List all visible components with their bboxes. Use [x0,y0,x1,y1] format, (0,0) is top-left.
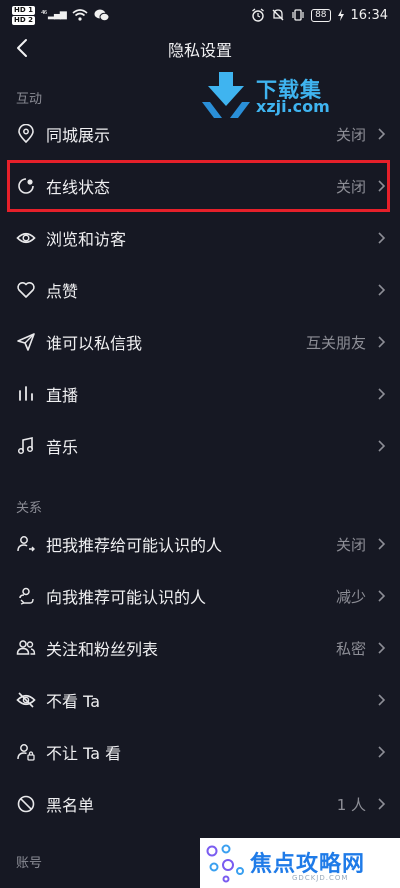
alarm-icon [252,8,264,22]
row-recommend-me[interactable]: 把我推荐给可能认识的人 关闭 [0,518,400,570]
watermark-logo-bottom: 焦点攻略网 GDCKJD.COM [200,838,400,888]
row-value: 关闭 [335,125,366,144]
row-direct-message[interactable]: 谁可以私信我 互关朋友 [0,316,400,368]
watermark-bottom-sub: GDCKJD.COM [292,874,349,882]
battery-icon: 88 [311,8,331,22]
eye-off-icon [16,692,36,708]
hd2-badge: HD 2 [12,15,35,25]
dots-logo-icon [206,844,244,883]
music-note-icon [17,437,34,455]
eye-icon [16,232,36,244]
chevron-right-icon [378,798,386,810]
section-label-interaction: 互动 [16,92,43,107]
hd1-badge: HD 1 [12,5,35,15]
back-arrow-icon[interactable] [12,37,34,59]
wechat-icon [94,9,110,21]
chevron-right-icon [378,694,386,706]
row-label: 音乐 [46,438,79,457]
chevron-right-icon [378,746,386,758]
vibrate-icon [292,9,304,21]
hd-indicators: HD 1 HD 2 [12,5,35,25]
status-bar: HD 1 HD 2 ⁴⁶ ▂▄▆ 88 16:34 [0,0,400,30]
chevron-right-icon [378,642,386,654]
header-bar: 隐私设置 [0,30,400,68]
mute-bell-icon [272,9,284,21]
user-lock-icon [17,744,35,761]
row-follow-list[interactable]: 关注和粉丝列表 私密 [0,622,400,674]
row-label: 关注和粉丝列表 [46,640,159,659]
block-icon [17,795,35,813]
row-label: 点赞 [46,282,79,301]
charging-icon [337,9,344,21]
user-share-icon [17,536,35,552]
row-label: 不让 Ta 看 [46,744,122,763]
section-label-account: 账号 [16,856,43,871]
row-value: 私密 [335,639,366,658]
row-label: 同城展示 [46,126,111,145]
row-label: 谁可以私信我 [46,334,143,353]
row-not-let-see[interactable]: 不让 Ta 看 [0,726,400,778]
online-status-icon [18,178,34,194]
chevron-right-icon [378,336,386,348]
chevron-right-icon [378,180,386,192]
row-value: 关闭 [335,535,366,554]
row-label: 浏览和访客 [46,230,127,249]
live-bars-icon [19,386,33,401]
section-label-relations: 关系 [16,501,43,516]
row-label: 直播 [46,386,79,405]
status-right: 88 16:34 [251,8,388,23]
chevron-right-icon [378,388,386,400]
row-label: 在线状态 [46,178,111,197]
row-browse-visitors[interactable]: 浏览和访客 [0,212,400,264]
chevron-right-icon [378,128,386,140]
chevron-right-icon [378,284,386,296]
row-not-see[interactable]: 不看 Ta [0,674,400,726]
paper-plane-icon [17,333,35,351]
row-value: 1 人 [336,795,366,814]
row-label: 黑名单 [46,796,95,815]
clock: 16:34 [350,7,388,23]
heart-icon [17,282,35,298]
wifi-icon [72,9,88,21]
chevron-right-icon [378,590,386,602]
chevron-right-icon [378,538,386,550]
row-label: 不看 Ta [46,692,101,711]
page-title: 隐私设置 [167,41,232,60]
chevron-right-icon [378,440,386,452]
location-pin-icon [18,124,34,144]
row-blacklist[interactable]: 黑名单 1 人 [0,778,400,830]
row-value: 关闭 [335,177,366,196]
chevron-right-icon [378,232,386,244]
row-tongcheng[interactable]: 同城展示 关闭 [0,108,400,160]
users-icon [16,640,36,655]
row-live[interactable]: 直播 [0,368,400,420]
row-music[interactable]: 音乐 [0,420,400,472]
row-value: 减少 [335,587,366,606]
row-label: 把我推荐给可能认识的人 [46,536,223,555]
row-label: 向我推荐可能认识的人 [46,588,207,607]
user-recommend-icon [19,587,34,605]
row-value: 互关朋友 [305,333,366,352]
row-online-status[interactable]: 在线状态 关闭 [0,160,400,212]
row-recommend-to-me[interactable]: 向我推荐可能认识的人 减少 [0,570,400,622]
row-likes[interactable]: 点赞 [0,264,400,316]
signal-icon: ⁴⁶ ▂▄▆ [40,10,67,20]
status-left: HD 1 HD 2 ⁴⁶ ▂▄▆ [12,5,110,25]
